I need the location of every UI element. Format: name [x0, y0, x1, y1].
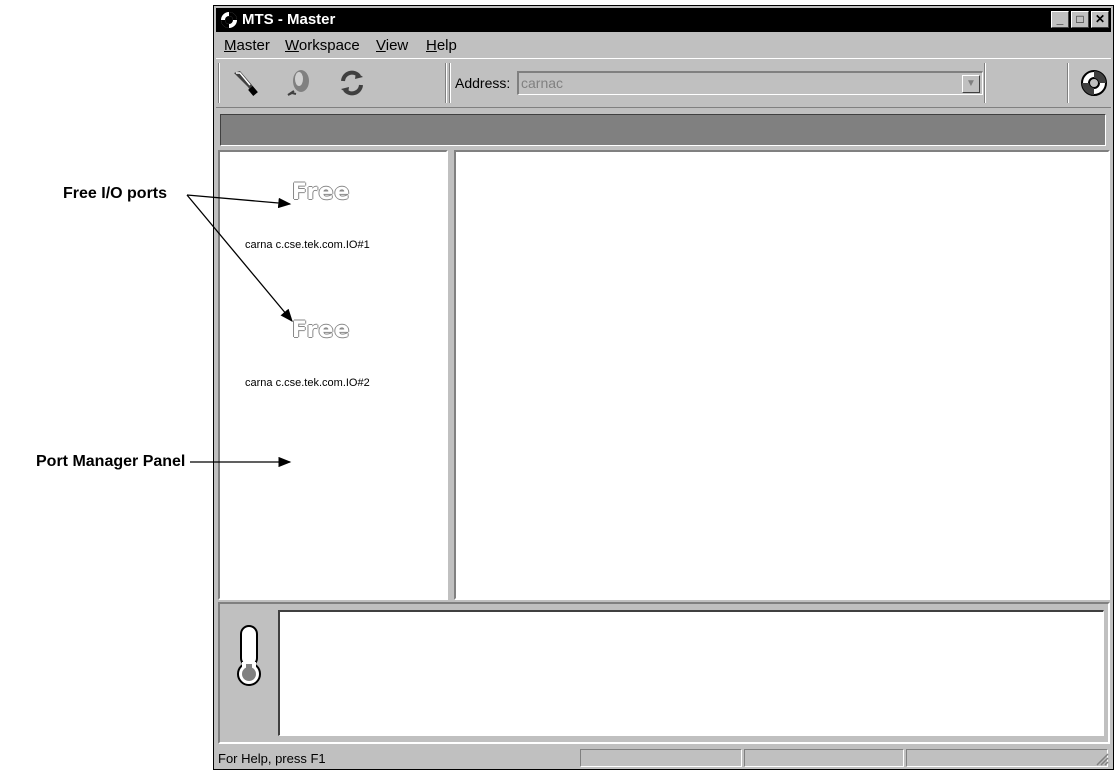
status-bar: For Help, press F1 [216, 748, 1111, 768]
free-port-1-label[interactable]: Free [292, 180, 350, 205]
lifebuoy-icon[interactable] [1078, 67, 1110, 99]
port-manager-panel: Free carna c.cse.tek.com.IO#1 Free carna… [218, 150, 448, 600]
toolbar-separator [445, 63, 447, 103]
close-button[interactable]: ✕ [1091, 11, 1109, 28]
gray-bar [220, 114, 1106, 146]
thermometer-icon [237, 625, 261, 686]
address-input[interactable] [521, 75, 921, 91]
connect-icon[interactable] [230, 67, 262, 99]
minimize-button[interactable]: _ [1051, 11, 1069, 28]
mts-master-window: MTS - Master _ □ ✕ Master Workspace View… [213, 5, 1114, 770]
toolbar-separator [984, 63, 986, 103]
free-port-2-label[interactable]: Free [292, 318, 350, 343]
chevron-down-icon[interactable]: ▼ [962, 75, 980, 93]
menu-master[interactable]: Master [224, 37, 270, 54]
toolbar-separator [1067, 63, 1069, 103]
title-bar[interactable]: MTS - Master _ □ ✕ [216, 8, 1111, 32]
workspace-panel [454, 150, 1110, 600]
callout-port-manager-panel: Port Manager Panel [36, 453, 186, 470]
menu-help[interactable]: Help [426, 37, 457, 54]
maximize-button[interactable]: □ [1071, 11, 1089, 28]
log-frame [218, 602, 1110, 744]
status-pane [744, 749, 904, 767]
status-pane [580, 749, 742, 767]
lifebuoy-icon [221, 12, 237, 28]
menu-view[interactable]: View [376, 37, 408, 54]
menu-bar: Master Workspace View Help [216, 34, 1111, 56]
address-combobox[interactable]: ▼ [517, 71, 983, 95]
toolbar-grip [218, 63, 220, 103]
log-output-area[interactable] [278, 610, 1104, 736]
status-help-text: For Help, press F1 [218, 751, 326, 766]
toolbar: Address: ▼ [216, 58, 1111, 108]
menu-workspace[interactable]: Workspace [285, 37, 360, 54]
toolbar-separator [449, 63, 451, 103]
address-label: Address: [455, 75, 511, 91]
refresh-icon[interactable] [336, 67, 368, 99]
window-title: MTS - Master [242, 11, 336, 28]
status-pane [906, 749, 1108, 767]
port-1-host: carna c.cse.tek.com.IO#1 [245, 239, 370, 251]
leaf-icon[interactable] [284, 67, 316, 99]
callout-free-io-ports: Free I/O ports [63, 185, 168, 202]
resize-grip-icon[interactable] [1095, 752, 1109, 766]
port-2-host: carna c.cse.tek.com.IO#2 [245, 377, 370, 389]
